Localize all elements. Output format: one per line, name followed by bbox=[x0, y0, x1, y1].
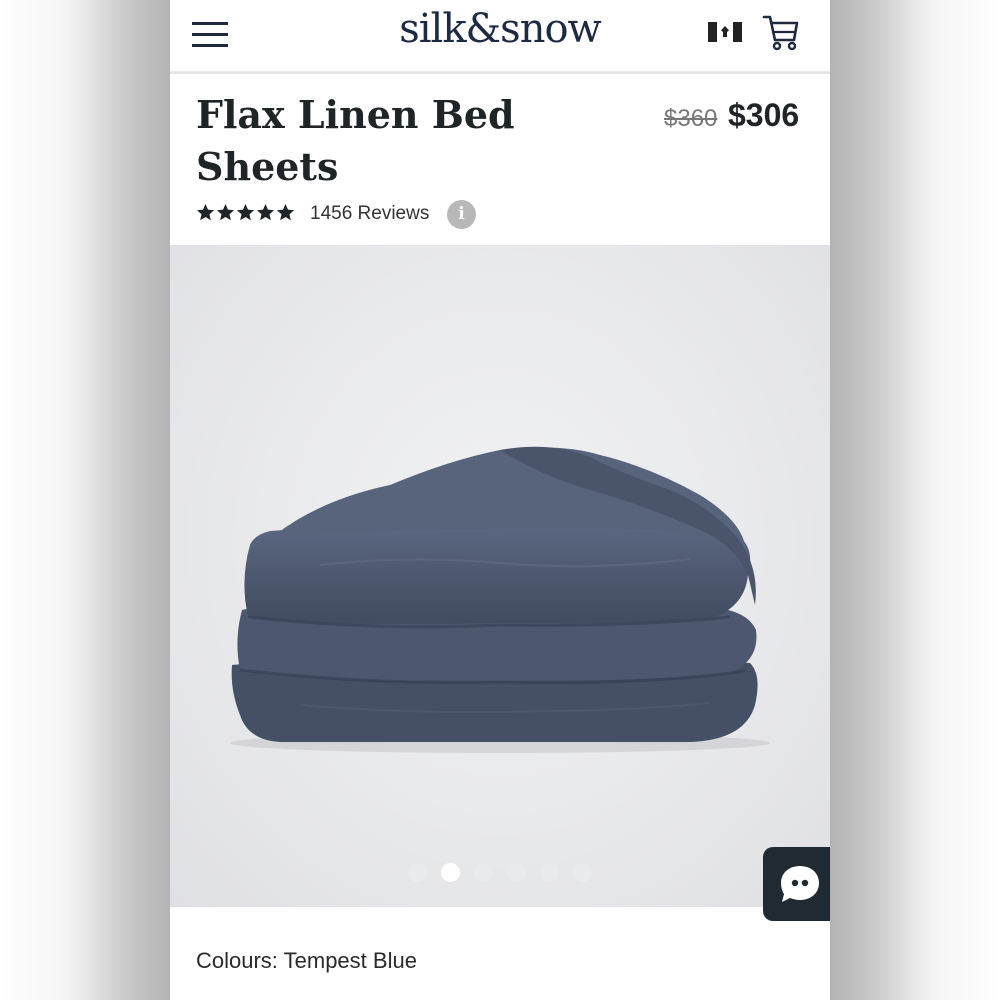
star-icon bbox=[236, 203, 255, 221]
gallery-pagination bbox=[408, 863, 592, 882]
star-icon bbox=[216, 203, 235, 221]
product-header: Flax Linen Bed Sheets $360 $306 1456 Rev… bbox=[170, 77, 830, 245]
chat-button[interactable] bbox=[763, 847, 830, 921]
product-title: Flax Linen Bed Sheets bbox=[196, 92, 515, 189]
folded-sheets-image bbox=[230, 446, 770, 753]
star-icon bbox=[196, 203, 215, 221]
gallery-dot[interactable] bbox=[540, 863, 559, 882]
rating-stars[interactable] bbox=[196, 203, 295, 222]
shopping-cart-icon[interactable] bbox=[762, 12, 800, 52]
star-icon bbox=[276, 203, 295, 221]
gallery-dot[interactable] bbox=[573, 863, 592, 882]
gallery-dot[interactable] bbox=[474, 863, 493, 882]
star-icon bbox=[256, 203, 275, 221]
sale-price: $306 bbox=[728, 97, 800, 133]
colour-selection-label: Colours: Tempest Blue bbox=[196, 948, 417, 973]
background-right bbox=[830, 0, 1000, 1000]
gallery-dot[interactable] bbox=[507, 863, 526, 882]
info-icon[interactable]: i bbox=[447, 200, 476, 229]
mobile-page: silk&snow Flax Linen Bed Sheets $360 $30… bbox=[170, 0, 830, 1000]
original-price: $360 bbox=[664, 105, 718, 132]
chat-bubble-icon bbox=[781, 866, 819, 902]
background-left bbox=[0, 0, 170, 1000]
site-header: silk&snow bbox=[170, 0, 830, 74]
canada-flag-icon[interactable] bbox=[708, 22, 742, 42]
gallery-dot[interactable] bbox=[408, 863, 427, 882]
product-image-gallery[interactable] bbox=[170, 245, 830, 907]
reviews-link[interactable]: 1456 Reviews bbox=[310, 203, 429, 225]
gallery-dot[interactable] bbox=[441, 863, 460, 882]
